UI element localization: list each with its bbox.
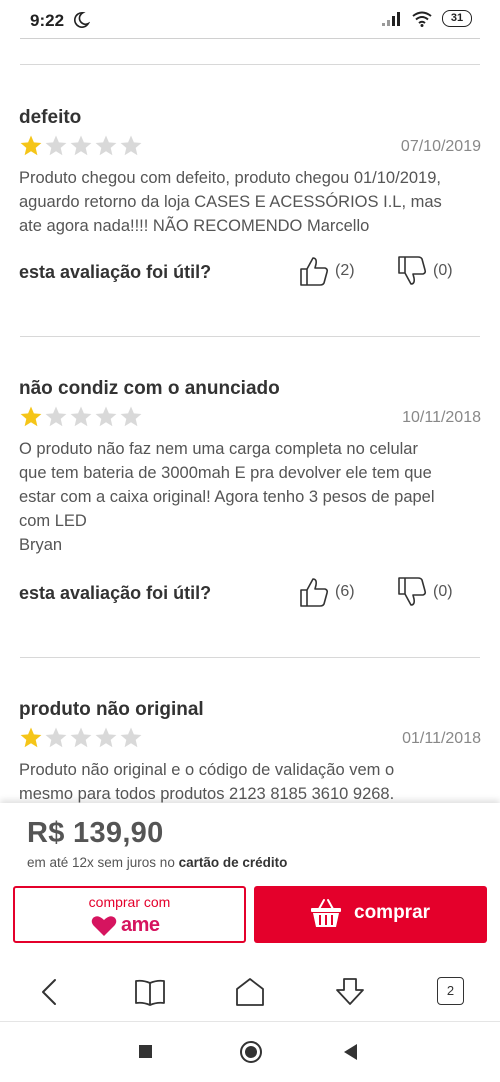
review-divider	[20, 336, 480, 337]
recents-square-icon[interactable]	[139, 1045, 152, 1058]
review-body: O produto não faz nem uma carga completa…	[19, 437, 481, 557]
ame-button-label: comprar com	[88, 894, 171, 910]
like-button[interactable]: (6)	[297, 575, 355, 609]
star-rating	[19, 405, 143, 429]
review-body-line: Bryan	[19, 536, 63, 554]
review-body-line: Produto não original e o código de valid…	[19, 761, 395, 779]
star-rating	[19, 726, 143, 750]
star-empty-icon	[70, 727, 92, 748]
buy-button[interactable]: comprar	[254, 886, 487, 943]
star-empty-icon	[95, 727, 117, 748]
review-date: 10/11/2018	[402, 409, 481, 426]
star-filled-icon	[20, 406, 42, 427]
thumbs-up-icon	[300, 257, 329, 286]
star-empty-icon	[95, 135, 117, 156]
back-triangle-icon[interactable]	[344, 1044, 357, 1060]
like-count: (2)	[335, 262, 355, 279]
signal-icon	[382, 11, 400, 26]
dislike-button[interactable]: (0)	[395, 575, 453, 609]
download-icon[interactable]	[333, 975, 367, 1009]
dislike-count: (0)	[433, 583, 453, 600]
review-body-line: que tem bateria de 3000mah E pra devolve…	[19, 464, 432, 482]
star-empty-icon	[95, 406, 117, 427]
star-empty-icon	[45, 406, 67, 427]
like-button[interactable]: (2)	[297, 254, 355, 288]
installments-method: cartão de crédito	[178, 855, 288, 870]
star-empty-icon	[70, 135, 92, 156]
star-filled-icon	[20, 135, 42, 156]
ame-logo: ame	[91, 914, 160, 937]
product-price: R$ 139,90	[27, 817, 164, 849]
review-title: defeito	[19, 107, 82, 128]
installments-text: em até 12x sem juros no	[27, 855, 179, 870]
star-empty-icon	[120, 135, 142, 156]
dislike-button[interactable]: (0)	[395, 254, 453, 288]
review-date: 07/10/2019	[400, 138, 481, 155]
star-empty-icon	[120, 727, 142, 748]
tab-count-button[interactable]: 2	[437, 977, 464, 1005]
back-arrow-icon[interactable]	[33, 975, 67, 1009]
home-circle-icon[interactable]	[240, 1041, 262, 1063]
review-body-line: O produto não faz nem uma carga completa…	[19, 440, 418, 458]
review-item: produto não original 01/11/2018 Produto …	[19, 698, 481, 806]
home-icon[interactable]	[233, 975, 267, 1009]
helpful-label: esta avaliação foi útil?	[19, 583, 212, 603]
star-empty-icon	[45, 135, 67, 156]
review-body-line: Produto chegou com defeito, produto cheg…	[19, 169, 441, 187]
ame-logo-text: ame	[121, 914, 160, 936]
star-empty-icon	[120, 406, 142, 427]
star-empty-icon	[70, 406, 92, 427]
dislike-count: (0)	[433, 262, 453, 279]
thumbs-down-icon	[398, 577, 427, 606]
review-title: produto não original	[19, 699, 204, 720]
review-item: não condiz com o anunciado 10/11/2018 O …	[19, 377, 481, 557]
thumbs-up-icon	[300, 578, 329, 607]
review-body-line: aguardo retorno da loja CASES E ACESSÓRI…	[19, 193, 442, 211]
star-filled-icon	[20, 727, 42, 748]
review-body: Produto chegou com defeito, produto cheg…	[19, 166, 481, 238]
review-divider	[20, 657, 480, 658]
top-divider	[20, 38, 480, 39]
review-body-line: ate agora nada!!!! NÃO RECOMENDO Marcell…	[19, 217, 370, 235]
star-rating	[19, 134, 143, 158]
heart-icon	[91, 915, 117, 936]
thumbs-down-icon	[398, 256, 427, 285]
like-count: (6)	[335, 583, 355, 600]
helpful-row: esta avaliação foi útil? (2) (0)	[19, 254, 481, 290]
status-time: 9:22	[30, 11, 65, 30]
buy-button-label: comprar	[354, 902, 431, 923]
review-body-line: estar com a caixa original! Agora tenho …	[19, 488, 435, 506]
buy-with-ame-button[interactable]: comprar com ame	[13, 886, 246, 943]
do-not-disturb-moon-icon	[74, 11, 90, 28]
wifi-icon	[412, 11, 432, 27]
helpful-label: esta avaliação foi útil?	[19, 262, 212, 282]
star-empty-icon	[45, 727, 67, 748]
installments-info: em até 12x sem juros no cartão de crédit…	[27, 855, 287, 870]
browser-toolbar: 2	[0, 963, 500, 1021]
bookmarks-book-icon[interactable]	[133, 975, 167, 1009]
review-item: defeito 07/10/2019 Produto chegou com de…	[19, 106, 481, 238]
helpful-row: esta avaliação foi útil? (6) (0)	[19, 575, 481, 611]
review-divider	[20, 64, 480, 65]
status-bar: 9:22 31	[0, 0, 500, 40]
review-title: não condiz com o anunciado	[19, 378, 280, 399]
purchase-panel: R$ 139,90 em até 12x sem juros no cartão…	[0, 803, 500, 973]
battery-indicator: 31	[442, 10, 472, 27]
review-body: Produto não original e o código de valid…	[19, 758, 481, 806]
review-date: 01/11/2018	[402, 730, 481, 747]
basket-icon	[311, 899, 341, 927]
android-navigation-bar	[0, 1022, 500, 1082]
review-body-line: com LED	[19, 512, 87, 530]
